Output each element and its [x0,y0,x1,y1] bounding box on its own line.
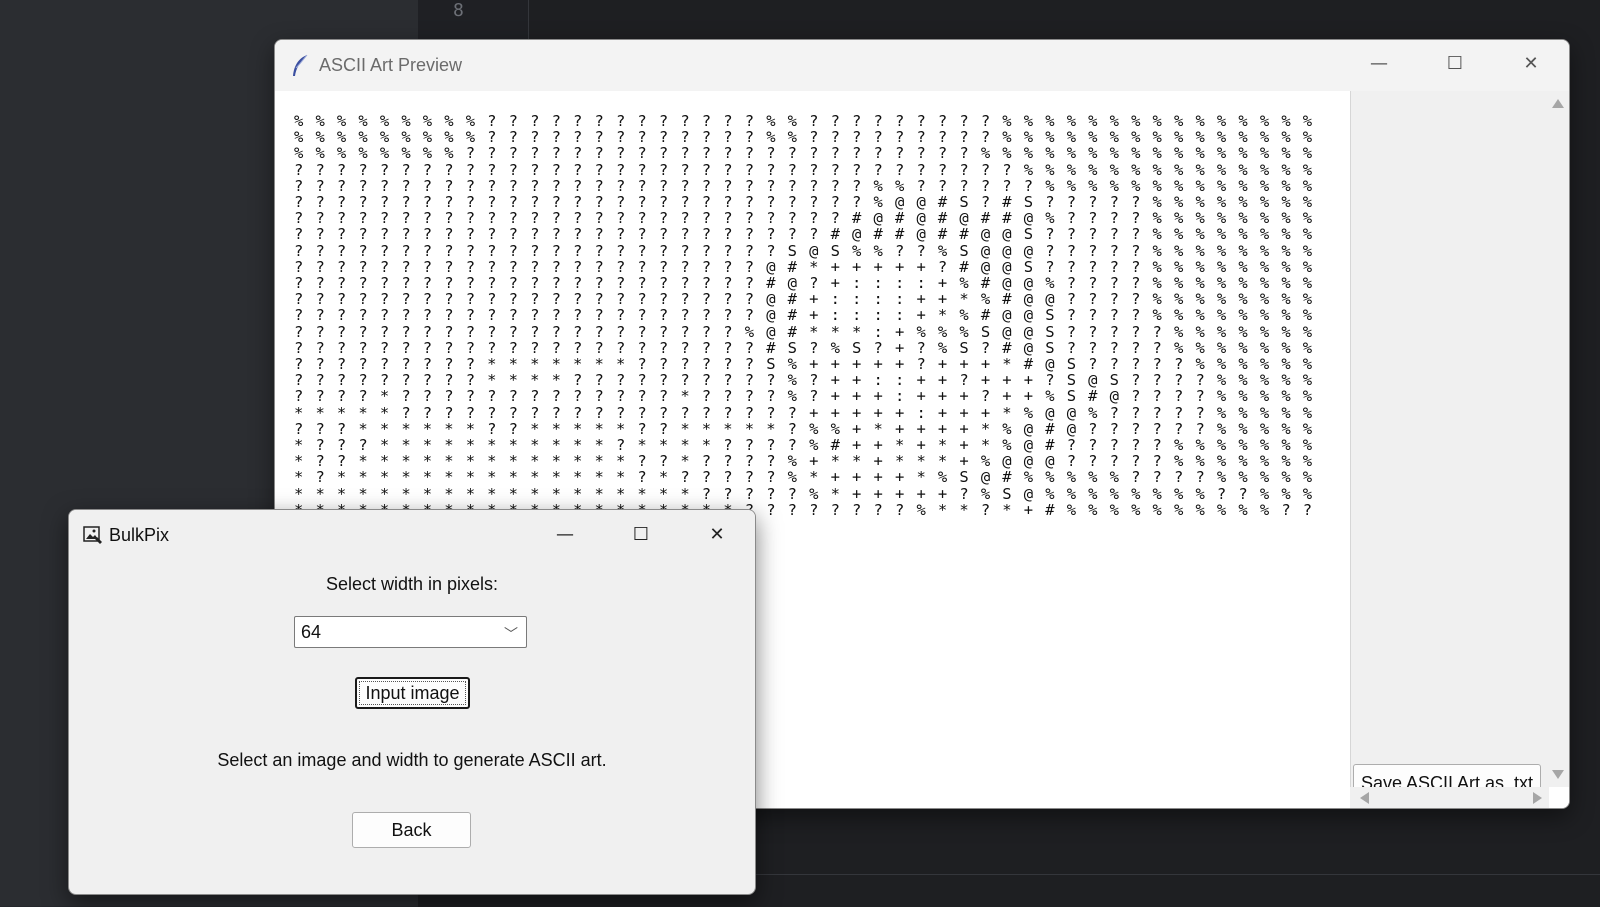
close-icon: ✕ [1523,52,1539,74]
line-number: 8 [453,0,464,21]
minimize-button[interactable]: — [1341,40,1417,86]
minimize-icon: — [1370,52,1388,74]
feather-icon [291,54,309,78]
preview-titlebar[interactable]: ASCII Art Preview — ☐ ✕ [275,40,1569,91]
minimize-icon: — [556,523,574,545]
vertical-scrollbar[interactable] [1548,91,1569,787]
dialog-minimize-button[interactable]: — [527,510,603,558]
dialog-close-button[interactable]: ✕ [679,510,755,558]
bulkpix-dialog: BulkPix — ☐ ✕ Select width in pixels: 64… [68,509,756,895]
maximize-button[interactable]: ☐ [1417,40,1493,86]
scroll-down-icon[interactable] [1552,770,1564,779]
scroll-left-icon[interactable] [1360,792,1369,804]
status-text: Select an image and width to generate AS… [217,750,607,770]
back-button[interactable]: Back [352,812,471,848]
scroll-right-icon[interactable] [1533,792,1542,804]
dialog-maximize-button[interactable]: ☐ [603,510,679,558]
width-select[interactable]: 64 ﹀ [294,616,527,648]
dialog-titlebar[interactable]: BulkPix — ☐ ✕ [69,510,755,560]
maximize-icon: ☐ [1446,52,1464,74]
dialog-title: BulkPix [109,524,170,545]
width-label: Select width in pixels: [325,574,499,594]
width-select-value: 64 [301,622,322,642]
horizontal-scrollbar[interactable] [1350,787,1548,808]
preview-title: ASCII Art Preview [319,55,463,75]
scroll-up-icon[interactable] [1552,99,1564,108]
maximize-icon: ☐ [632,523,650,545]
close-button[interactable]: ✕ [1493,40,1569,86]
chevron-down-icon[interactable]: ﹀ [504,624,518,644]
image-edit-icon [83,525,103,545]
close-icon: ✕ [709,523,725,545]
input-image-button[interactable]: Input image [355,677,470,709]
preview-side-panel [1350,91,1549,808]
